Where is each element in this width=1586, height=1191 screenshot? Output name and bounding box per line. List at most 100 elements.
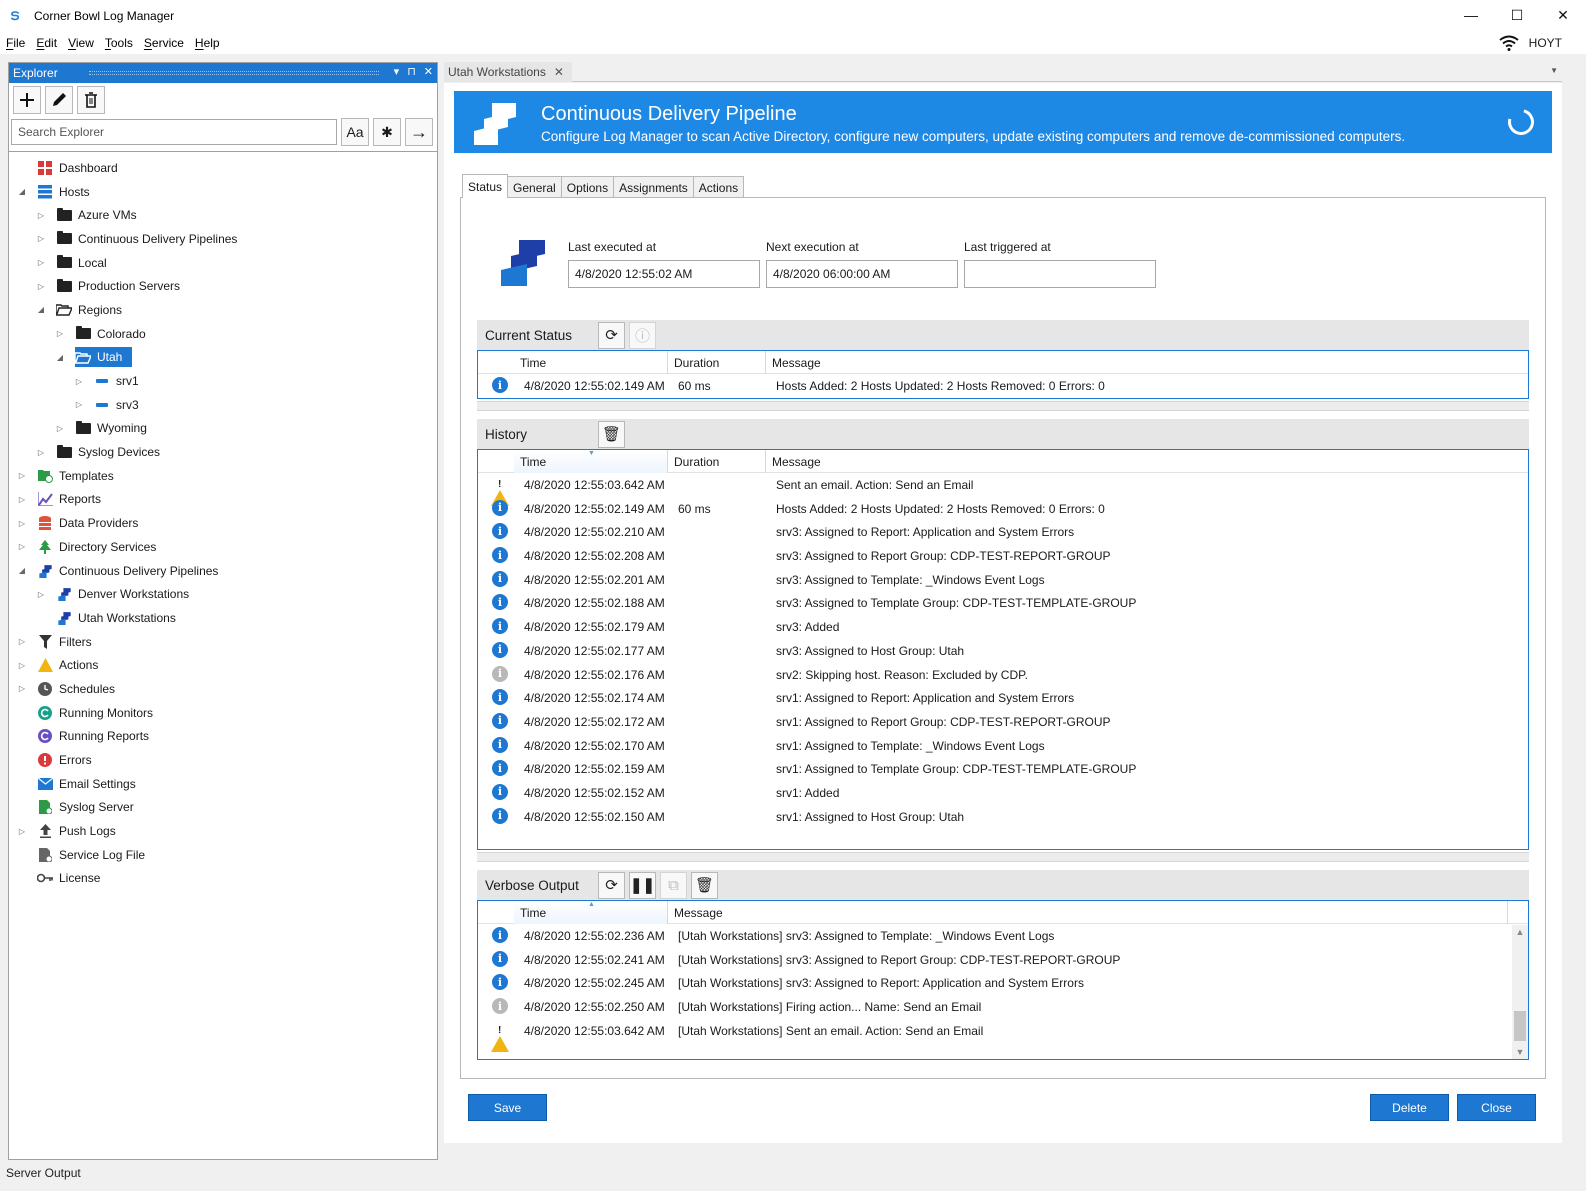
expand-arrow-icon[interactable]: ▷: [36, 258, 46, 267]
table-row[interactable]: i 4/8/2020 12:55:02.150 AM srv1: Assigned …: [478, 805, 1528, 829]
column-message[interactable]: Message: [766, 450, 1526, 473]
table-row[interactable]: i 4/8/2020 12:55:02.250 AM [Utah Workstati…: [478, 995, 1528, 1019]
tab-status[interactable]: Status: [462, 174, 509, 198]
tree-item[interactable]: ▷ Continuous Delivery Pipelines: [9, 227, 437, 251]
last-executed-value[interactable]: 4/8/2020 12:55:02 AM: [568, 260, 760, 288]
status-info-button[interactable]: ⓘ: [629, 321, 656, 349]
tree-item[interactable]: ▷ Push Logs: [9, 819, 437, 843]
expand-arrow-icon[interactable]: ▷: [55, 329, 65, 338]
expand-arrow-icon[interactable]: ▷: [17, 827, 27, 836]
tree-item[interactable]: Running Monitors: [9, 701, 437, 725]
expand-arrow-icon[interactable]: ▷: [36, 590, 46, 599]
expand-arrow-icon[interactable]: ▷: [36, 234, 46, 243]
table-row[interactable]: i 4/8/2020 12:55:02.176 AM srv2: Skipping …: [478, 663, 1528, 687]
tree-item[interactable]: License: [9, 867, 437, 891]
tree-item[interactable]: ▷ Actions: [9, 653, 437, 677]
expand-arrow-icon[interactable]: ▷: [17, 542, 27, 551]
expand-arrow-icon[interactable]: ▷: [55, 424, 65, 433]
pin-icon[interactable]: ⊓: [407, 65, 416, 78]
last-triggered-value[interactable]: [964, 260, 1156, 288]
table-row[interactable]: 4/8/2020 12:55:03.642 AM [Utah Workstatio…: [478, 1019, 1528, 1052]
server-connection[interactable]: HOYT: [1499, 32, 1562, 54]
expand-arrow-icon[interactable]: ▷: [17, 637, 27, 646]
clear-verbose-button[interactable]: 🗑: [691, 871, 718, 899]
regex-button[interactable]: ✱: [373, 118, 401, 146]
table-row[interactable]: i 4/8/2020 12:55:02.188 AM srv3: Assigned …: [478, 591, 1528, 615]
pause-button[interactable]: ❚❚: [629, 871, 656, 899]
tree-item[interactable]: ▷ Data Providers: [9, 511, 437, 535]
close-icon[interactable]: ✕: [424, 65, 433, 78]
table-row[interactable]: i 4/8/2020 12:55:02.208 AM srv3: Assigned …: [478, 544, 1528, 568]
expand-arrow-icon[interactable]: ▷: [17, 519, 27, 528]
tree-item[interactable]: ◢ Continuous Delivery Pipelines: [9, 559, 437, 583]
expand-arrow-icon[interactable]: ▷: [17, 684, 27, 693]
refresh-status-button[interactable]: ⟳: [598, 321, 625, 349]
expand-arrow-icon[interactable]: ▷: [36, 448, 46, 457]
chevron-down-icon[interactable]: ▼: [1550, 66, 1558, 75]
table-row[interactable]: i 4/8/2020 12:55:02.170 AM srv1: Assigned …: [478, 734, 1528, 758]
close-tab-icon[interactable]: ✕: [554, 65, 564, 79]
next-execution-value[interactable]: 4/8/2020 06:00:00 AM: [766, 260, 958, 288]
tree-item[interactable]: ▷ Production Servers: [9, 274, 437, 298]
tab-options[interactable]: Options: [560, 176, 615, 198]
collapse-arrow-icon[interactable]: ◢: [17, 566, 27, 575]
expand-arrow-icon[interactable]: ▷: [17, 471, 27, 480]
tree-item[interactable]: ▷ Templates: [9, 464, 437, 488]
splitter[interactable]: [477, 400, 1529, 411]
table-row[interactable]: i 4/8/2020 12:55:02.149 AM 60 ms Hosts Adde…: [478, 374, 1528, 398]
table-row[interactable]: i 4/8/2020 12:55:02.174 AM srv1: Assigned …: [478, 686, 1528, 710]
tab-general[interactable]: General: [507, 176, 562, 198]
delete-item-button[interactable]: [77, 86, 105, 114]
expand-arrow-icon[interactable]: ▷: [17, 661, 27, 670]
tree-item[interactable]: Syslog Server: [9, 796, 437, 820]
tree-item[interactable]: Utah Workstations: [9, 606, 437, 630]
tree-item[interactable]: ◢ Utah: [9, 346, 437, 370]
maximize-button[interactable]: ☐: [1494, 0, 1540, 30]
collapse-arrow-icon[interactable]: ◢: [55, 353, 65, 362]
tree-item[interactable]: ▷ srv1: [9, 369, 437, 393]
add-button[interactable]: [13, 86, 41, 114]
menu-view[interactable]: View: [68, 36, 94, 50]
table-row[interactable]: 4/8/2020 12:55:03.642 AM Sent an email. A…: [478, 473, 1528, 506]
table-row[interactable]: i 4/8/2020 12:55:02.152 AM srv1: Added: [478, 781, 1528, 805]
column-duration[interactable]: Duration: [668, 450, 766, 473]
column-message[interactable]: Message: [668, 901, 1508, 924]
table-row[interactable]: i 4/8/2020 12:55:02.149 AM 60 ms Hosts Adde…: [478, 497, 1528, 521]
tree-item[interactable]: ▷ Wyoming: [9, 417, 437, 441]
search-input[interactable]: [11, 119, 337, 145]
tree-item[interactable]: ▷ Local: [9, 251, 437, 275]
document-tab[interactable]: Utah Workstations ✕: [444, 62, 572, 82]
scroll-down-icon[interactable]: ▼: [1512, 1047, 1528, 1057]
edit-button[interactable]: [45, 86, 73, 114]
menu-service[interactable]: Service: [144, 36, 184, 50]
copy-button[interactable]: ⧉: [660, 871, 687, 899]
delete-button[interactable]: Delete: [1370, 1094, 1449, 1121]
server-output-tab[interactable]: Server Output: [6, 1166, 81, 1180]
tree-item[interactable]: ▷ Colorado: [9, 322, 437, 346]
column-duration[interactable]: Duration: [668, 351, 766, 374]
close-button[interactable]: Close: [1457, 1094, 1536, 1121]
tree-item[interactable]: ◢ Regions: [9, 298, 437, 322]
tree-item[interactable]: Errors: [9, 748, 437, 772]
tree-item[interactable]: Dashboard: [9, 156, 437, 180]
refresh-verbose-button[interactable]: ⟳: [598, 871, 625, 899]
tree-item[interactable]: ▷ Denver Workstations: [9, 582, 437, 606]
menu-tools[interactable]: Tools: [105, 36, 133, 50]
tree-item[interactable]: Service Log File: [9, 843, 437, 867]
tree-item[interactable]: ▷ Directory Services: [9, 535, 437, 559]
close-window-button[interactable]: ✕: [1540, 0, 1586, 30]
scroll-thumb[interactable]: [1514, 1011, 1526, 1041]
tab-actions[interactable]: Actions: [692, 176, 745, 198]
menu-help[interactable]: Help: [195, 36, 220, 50]
chevron-down-icon[interactable]: ▾: [394, 65, 400, 78]
collapse-arrow-icon[interactable]: ◢: [36, 305, 46, 314]
tree-item[interactable]: Running Reports: [9, 725, 437, 749]
table-row[interactable]: i 4/8/2020 12:55:02.179 AM srv3: Added: [478, 615, 1528, 639]
column-message[interactable]: Message: [766, 351, 1526, 374]
menu-file[interactable]: File: [6, 36, 25, 50]
table-row[interactable]: i 4/8/2020 12:55:02.210 AM srv3: Assigned …: [478, 520, 1528, 544]
expand-arrow-icon[interactable]: ▷: [36, 211, 46, 220]
table-row[interactable]: i 4/8/2020 12:55:02.159 AM srv1: Assigned …: [478, 757, 1528, 781]
minimize-button[interactable]: —: [1448, 0, 1494, 30]
scroll-up-icon[interactable]: ▲: [1512, 927, 1528, 937]
